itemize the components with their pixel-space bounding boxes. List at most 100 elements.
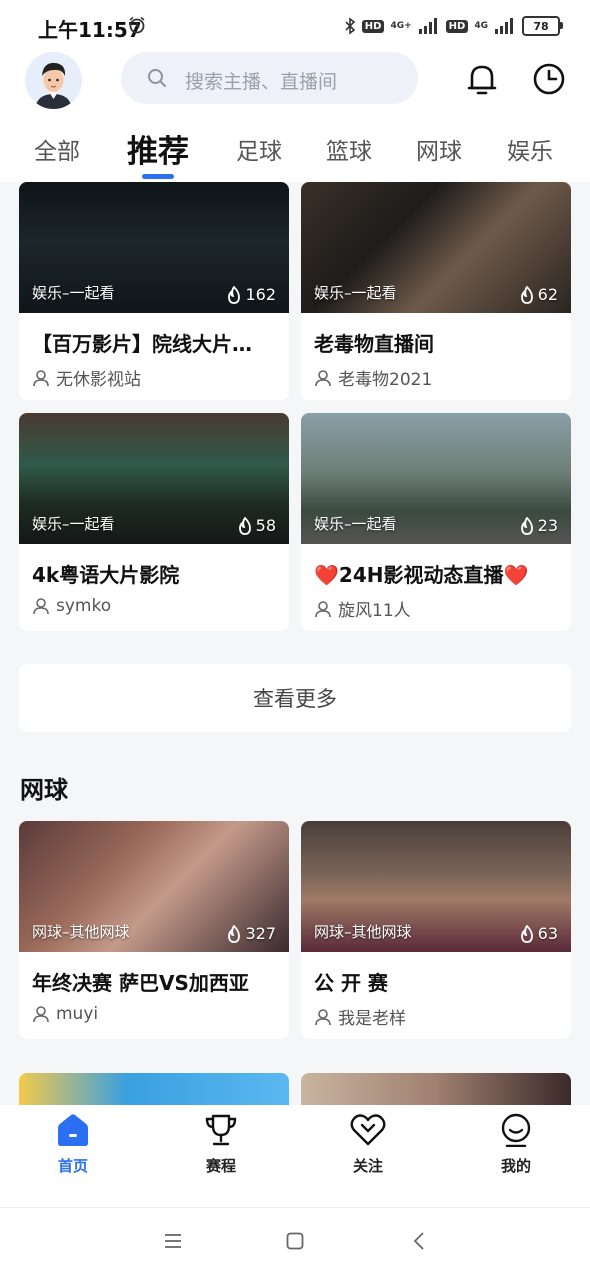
system-navigation-bar	[0, 1207, 590, 1279]
category-tabs: 全部 推荐 足球 篮球 网球 娱乐	[0, 124, 590, 180]
stream-thumbnail	[301, 1073, 571, 1105]
alarm-icon	[129, 16, 145, 34]
feed: 娱乐–一起看 162 【百万影片】院线大片… 无休影视站 娱乐–一起看 62 老…	[0, 182, 590, 1105]
author-name: muyi	[56, 1004, 99, 1024]
stream-card[interactable]: 娱乐–一起看 162 【百万影片】院线大片… 无休影视站	[19, 182, 289, 400]
bottom-navigation: 首页 赛程 关注 我的	[0, 1105, 590, 1207]
stream-thumbnail: 娱乐–一起看 58	[19, 413, 289, 544]
nav-schedule[interactable]: 赛程	[171, 1113, 271, 1189]
stream-author: 老毒物2021	[314, 365, 432, 390]
stream-thumbnail: 娱乐–一起看 62	[301, 182, 571, 313]
user-icon	[315, 369, 331, 386]
avatar[interactable]	[25, 52, 82, 109]
stream-card[interactable]: 网球–其他网球 327 年终决赛 萨巴VS加西亚 muyi	[19, 821, 289, 1039]
stream-card[interactable]	[19, 1073, 289, 1105]
tab-all[interactable]: 全部	[34, 132, 80, 166]
signal-icon	[495, 18, 513, 34]
flame-icon	[238, 516, 251, 535]
author-name: 旋风11人	[338, 601, 411, 621]
heart-icon	[350, 1114, 386, 1146]
stream-card[interactable]: 娱乐–一起看 58 4k粤语大片影院 symko	[19, 413, 289, 631]
flame-icon	[520, 924, 533, 943]
signal-icon	[418, 18, 437, 34]
view-more-button[interactable]: 查看更多	[19, 664, 571, 732]
heat-count: 58	[238, 516, 276, 535]
nav-home[interactable]: 首页	[23, 1113, 123, 1189]
stream-title: ❤️24H影视动态直播❤️	[314, 563, 529, 587]
stream-title: 公 开 赛	[314, 971, 388, 995]
nav-label: 首页	[57, 1157, 88, 1175]
tab-recommended[interactable]: 推荐	[127, 126, 189, 171]
stream-title: 老毒物直播间	[314, 332, 434, 356]
bluetooth-icon	[345, 17, 356, 35]
stream-thumbnail: 娱乐–一起看 162	[19, 182, 289, 313]
header: 搜索主播、直播间 全部 推荐 足球 篮球 网球 娱乐	[0, 52, 590, 182]
stream-title: 【百万影片】院线大片…	[32, 332, 252, 356]
profile-icon	[501, 1113, 531, 1147]
author-name: symko	[56, 596, 112, 616]
stream-category: 网球–其他网球	[32, 923, 130, 941]
search-placeholder: 搜索主播、直播间	[185, 71, 338, 93]
heat-count: 23	[520, 516, 558, 535]
home-icon	[58, 1114, 88, 1146]
stream-author: symko	[32, 596, 111, 616]
stream-card[interactable]: 娱乐–一起看 62 老毒物直播间 老毒物2021	[301, 182, 571, 400]
author-name: 我是老样	[338, 1009, 406, 1029]
nav-label: 我的	[500, 1157, 531, 1175]
stream-card[interactable]	[301, 1073, 571, 1105]
heat-count: 162	[227, 285, 276, 304]
stream-thumbnail: 网球–其他网球 63	[301, 821, 571, 952]
heat-count: 62	[520, 285, 558, 304]
author-name: 老毒物2021	[338, 370, 433, 390]
tab-tennis[interactable]: 网球	[416, 132, 462, 166]
stream-category: 娱乐–一起看	[32, 515, 115, 533]
flame-icon	[520, 285, 533, 304]
user-icon	[33, 369, 49, 386]
stream-card[interactable]: 娱乐–一起看 23 ❤️24H影视动态直播❤️ 旋风11人	[301, 413, 571, 631]
search-icon	[148, 69, 166, 87]
user-icon	[315, 600, 331, 617]
stream-category: 娱乐–一起看	[314, 515, 397, 533]
heat-value: 23	[537, 516, 558, 535]
author-name: 无休影视站	[56, 370, 141, 390]
back-icon[interactable]	[412, 1232, 426, 1254]
heat-value: 62	[537, 285, 558, 304]
network-type: 4G	[474, 20, 488, 31]
stream-card[interactable]: 网球–其他网球 63 公 开 赛 我是老样	[301, 821, 571, 1039]
stream-author: 我是老样	[314, 1004, 406, 1029]
user-icon	[315, 1008, 331, 1025]
heat-count: 327	[227, 924, 276, 943]
tab-basketball[interactable]: 篮球	[326, 132, 372, 166]
heat-count: 63	[520, 924, 558, 943]
nav-follow[interactable]: 关注	[318, 1113, 418, 1189]
stream-author: 无休影视站	[32, 365, 141, 390]
status-bar: 上午11:57 HD 4G+ HD 4G 78	[0, 0, 590, 52]
trophy-icon	[205, 1114, 237, 1146]
stream-title: 4k粤语大片影院	[32, 563, 180, 587]
heat-value: 58	[255, 516, 276, 535]
nav-profile[interactable]: 我的	[466, 1113, 566, 1189]
menu-icon[interactable]	[164, 1232, 182, 1254]
status-icons: HD 4G+ HD 4G 78	[344, 14, 563, 38]
tab-football[interactable]: 足球	[236, 132, 282, 166]
home-square-icon[interactable]	[286, 1232, 304, 1254]
stream-author: 旋风11人	[314, 596, 411, 621]
stream-category: 网球–其他网球	[314, 923, 412, 941]
heat-value: 162	[245, 285, 276, 304]
hd-badge: HD	[445, 19, 469, 33]
hd-badge: HD	[361, 19, 385, 33]
tab-entertainment[interactable]: 娱乐	[507, 132, 553, 166]
nav-label: 关注	[352, 1157, 383, 1175]
bell-icon[interactable]	[466, 62, 498, 96]
stream-thumbnail: 网球–其他网球 327	[19, 821, 289, 952]
search-bar[interactable]: 搜索主播、直播间	[121, 52, 418, 104]
history-clock-icon[interactable]	[532, 62, 566, 96]
flame-icon	[520, 516, 533, 535]
stream-thumbnail: 娱乐–一起看 23	[301, 413, 571, 544]
heat-value: 63	[537, 924, 558, 943]
stream-author: muyi	[32, 1004, 98, 1024]
user-icon	[33, 1006, 49, 1023]
user-icon	[33, 598, 49, 615]
battery-icon: 78	[522, 16, 563, 36]
stream-title: 年终决赛 萨巴VS加西亚	[32, 971, 249, 995]
